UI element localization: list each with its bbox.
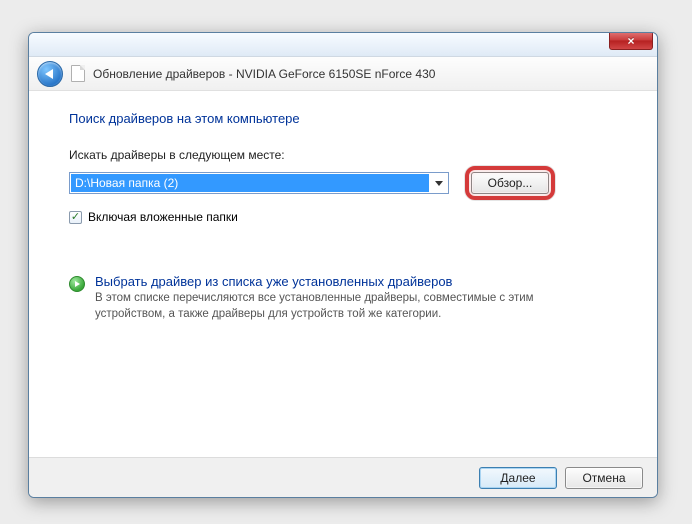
close-icon: × [627, 35, 634, 47]
next-button[interactable]: Далее [479, 467, 557, 489]
include-subfolders-label: Включая вложенные папки [88, 210, 238, 224]
browse-highlight-wrap: Обзор... [465, 166, 555, 200]
option-title: Выбрать драйвер из списка уже установлен… [95, 274, 597, 289]
include-subfolders-row: ✓ Включая вложенные папки [69, 210, 617, 224]
option-description: В этом списке перечисляются все установл… [95, 291, 597, 322]
path-row: D:\Новая папка (2) Обзор... [69, 166, 617, 200]
path-value: D:\Новая папка (2) [71, 174, 429, 192]
path-combobox[interactable]: D:\Новая папка (2) [69, 172, 449, 194]
option-text: Выбрать драйвер из списка уже установлен… [95, 274, 597, 322]
content-area: Поиск драйверов на этом компьютере Искат… [29, 91, 657, 467]
option-arrow-icon [69, 276, 85, 292]
driver-update-window: × Обновление драйверов - NVIDIA GeForce … [28, 32, 658, 498]
check-icon: ✓ [71, 212, 80, 223]
wizard-footer: Далее Отмена [29, 457, 657, 497]
include-subfolders-checkbox[interactable]: ✓ [69, 211, 82, 224]
arrow-right-icon [75, 281, 80, 287]
titlebar: × [29, 33, 657, 57]
path-label: Искать драйверы в следующем месте: [69, 148, 617, 162]
back-arrow-icon [45, 69, 53, 79]
browse-button[interactable]: Обзор... [471, 172, 549, 194]
wizard-header: Обновление драйверов - NVIDIA GeForce 61… [29, 57, 657, 91]
pick-from-list-option[interactable]: Выбрать драйвер из списка уже установлен… [69, 274, 617, 322]
back-button[interactable] [37, 61, 63, 87]
document-icon [71, 65, 85, 82]
combobox-dropdown-button[interactable] [430, 173, 448, 193]
window-title: Обновление драйверов - NVIDIA GeForce 61… [93, 67, 435, 81]
cancel-button[interactable]: Отмена [565, 467, 643, 489]
chevron-down-icon [435, 181, 443, 186]
close-button[interactable]: × [609, 32, 653, 50]
page-heading: Поиск драйверов на этом компьютере [69, 111, 617, 126]
